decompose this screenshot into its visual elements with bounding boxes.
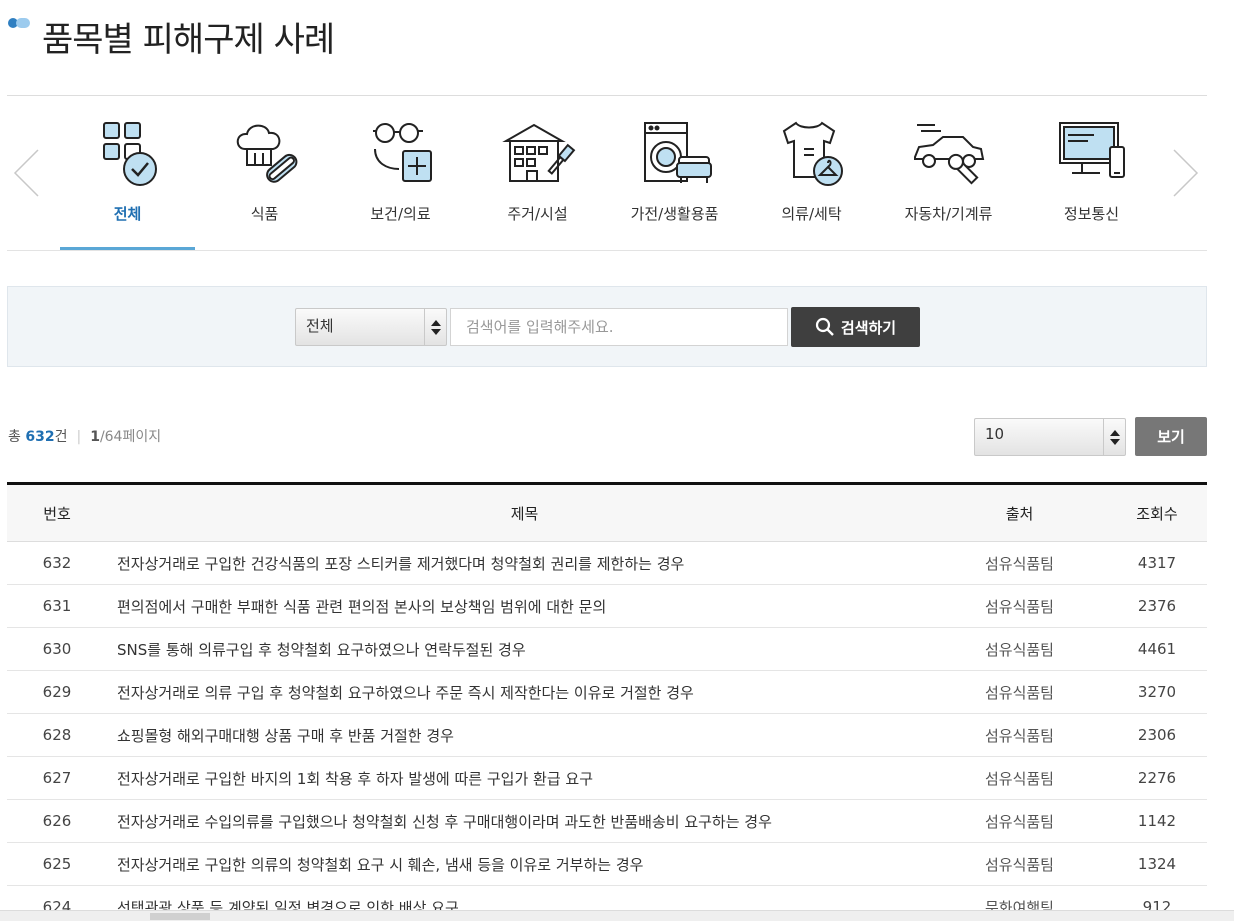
- category-label: 정보통신: [1063, 205, 1120, 223]
- category-tab-clothing[interactable]: 의류/세탁: [744, 115, 879, 251]
- row-views: 4461: [1107, 627, 1207, 671]
- category-label: 주거/시설: [507, 205, 568, 223]
- divider: [7, 95, 1207, 96]
- table-row[interactable]: 632 전자상거래로 구입한 건강식품의 포장 스티커를 제거했다며 청약철회 권…: [7, 541, 1207, 585]
- table-row[interactable]: 627 전자상거래로 구입한 바지의 1회 착용 후 하자 발생에 따른 구입가 …: [7, 756, 1207, 800]
- category-tab-housing[interactable]: 주거/시설: [470, 115, 605, 251]
- shirt-hanger-icon: [774, 119, 850, 189]
- row-title-link[interactable]: 전자상거래로 구입한 의류의 청약철회 요구 시 훼손, 냄새 등을 이유로 거…: [107, 842, 932, 886]
- chevron-left-icon: [13, 149, 39, 197]
- view-button[interactable]: 보기: [1135, 417, 1207, 456]
- row-title-link[interactable]: 편의점에서 구매한 부패한 식품 관련 편의점 본사의 보상책임 범위에 대한 …: [107, 584, 932, 628]
- table-row[interactable]: 625 전자상거래로 구입한 의류의 청약철회 요구 시 훼손, 냄새 등을 이유…: [7, 842, 1207, 886]
- select-updown-icon: [1103, 419, 1125, 455]
- row-views: 1324: [1107, 842, 1207, 886]
- row-number: 629: [7, 670, 107, 714]
- monitor-phone-icon: [1054, 119, 1130, 189]
- category-tab-appliances[interactable]: 가전/생활용품: [607, 115, 742, 251]
- result-summary: 총 632건 | 1/64페이지: [8, 426, 161, 446]
- car-wrench-icon: [911, 119, 987, 189]
- row-title-link[interactable]: 전자상거래로 구입한 건강식품의 포장 스티커를 제거했다며 청약철회 권리를 …: [107, 541, 932, 585]
- row-title-link[interactable]: 전자상거래로 수입의류를 구입했으나 청약철회 신청 후 구매대행이라며 과도한…: [107, 799, 932, 843]
- horizontal-scrollbar[interactable]: [0, 910, 1234, 921]
- table-row[interactable]: 626 전자상거래로 수입의류를 구입했으나 청약철회 신청 후 구매대행이라며 …: [7, 799, 1207, 843]
- total-suffix: 건: [54, 429, 68, 445]
- carousel-prev-button[interactable]: [12, 148, 42, 198]
- category-tab-food[interactable]: 식품: [197, 115, 332, 251]
- row-source: 섬유식품팀: [932, 627, 1107, 671]
- category-tab-vehicles[interactable]: 자동차/기계류: [881, 115, 1016, 251]
- category-label: 보건/의료: [370, 205, 431, 223]
- cases-table: 번호 제목 출처 조회수 632 전자상거래로 구입한 건강식품의 포장 스티커를…: [7, 482, 1207, 921]
- header-source: 출처: [932, 482, 1107, 542]
- row-views: 4317: [1107, 541, 1207, 585]
- row-source: 섬유식품팀: [932, 713, 1107, 757]
- page-total: /64페이지: [99, 429, 162, 445]
- table-row[interactable]: 630 SNS를 통해 의류구입 후 청약철회 요구하였으나 연락두절된 경우 섬유…: [7, 627, 1207, 671]
- house-brush-icon: [500, 119, 576, 189]
- row-title-link[interactable]: 쇼핑몰형 해외구매대행 상품 구매 후 반품 거절한 경우: [107, 713, 932, 757]
- chevron-right-icon: [1173, 149, 1199, 197]
- row-views: 3270: [1107, 670, 1207, 714]
- row-views: 2276: [1107, 756, 1207, 800]
- header-views: 조회수: [1107, 482, 1207, 542]
- category-tab-all[interactable]: 전체: [60, 115, 195, 251]
- row-source: 섬유식품팀: [932, 584, 1107, 628]
- row-source: 섬유식품팀: [932, 756, 1107, 800]
- row-number: 630: [7, 627, 107, 671]
- search-scope-select[interactable]: 전체: [295, 308, 447, 346]
- chef-hat-food-icon: [227, 119, 303, 189]
- row-source: 섬유식품팀: [932, 670, 1107, 714]
- search-panel: 전체 검색하기: [7, 286, 1207, 367]
- header-title: 제목: [107, 482, 932, 542]
- search-button[interactable]: 검색하기: [791, 307, 920, 347]
- title-bullet-icon: [8, 18, 30, 28]
- row-number: 632: [7, 541, 107, 585]
- row-number: 625: [7, 842, 107, 886]
- row-number: 631: [7, 584, 107, 628]
- search-icon: [815, 317, 834, 336]
- row-views: 2306: [1107, 713, 1207, 757]
- row-title-link[interactable]: 전자상거래로 의류 구입 후 청약철회 요구하였으나 주문 즉시 제작한다는 이…: [107, 670, 932, 714]
- category-tab-health[interactable]: 보건/의료: [333, 115, 468, 251]
- table-row[interactable]: 629 전자상거래로 의류 구입 후 청약철회 요구하였으나 주문 즉시 제작한다…: [7, 670, 1207, 714]
- search-input[interactable]: [450, 308, 788, 346]
- washer-sofa-icon: [637, 119, 713, 189]
- row-source: 섬유식품팀: [932, 842, 1107, 886]
- table-header-row: 번호 제목 출처 조회수: [7, 482, 1207, 542]
- table-row[interactable]: 631 편의점에서 구매한 부패한 식품 관련 편의점 본사의 보상책임 범위에 …: [7, 584, 1207, 628]
- select-updown-icon: [424, 309, 446, 345]
- total-prefix: 총: [8, 429, 26, 445]
- current-page: 1: [90, 429, 100, 445]
- page-size-value: 10: [985, 425, 1005, 443]
- row-title-link[interactable]: 전자상거래로 구입한 바지의 1회 착용 후 하자 발생에 따른 구입가 환급 …: [107, 756, 932, 800]
- category-label: 의류/세탁: [781, 205, 842, 223]
- page-title: 품목별 피해구제 사례: [42, 20, 335, 60]
- divider: [7, 250, 1207, 251]
- row-title-link[interactable]: SNS를 통해 의류구입 후 청약철회 요구하였으나 연락두절된 경우: [107, 627, 932, 671]
- search-scope-value: 전체: [306, 317, 334, 335]
- category-tab-telecom[interactable]: 정보통신: [1024, 115, 1159, 251]
- row-number: 627: [7, 756, 107, 800]
- page-size-select[interactable]: 10: [974, 418, 1126, 456]
- scrollbar-thumb[interactable]: [150, 913, 210, 920]
- separator: |: [76, 429, 82, 445]
- search-button-label: 검색하기: [840, 318, 897, 337]
- category-label: 자동차/기계류: [904, 205, 993, 223]
- carousel-next-button[interactable]: [1170, 148, 1200, 198]
- table-row[interactable]: 628 쇼핑몰형 해외구매대행 상품 구매 후 반품 거절한 경우 섬유식품팀 230…: [7, 713, 1207, 757]
- header-no: 번호: [7, 482, 107, 542]
- total-count: 632: [25, 429, 55, 445]
- row-number: 626: [7, 799, 107, 843]
- row-views: 1142: [1107, 799, 1207, 843]
- category-label: 식품: [250, 205, 279, 223]
- row-source: 섬유식품팀: [932, 799, 1107, 843]
- row-source: 섬유식품팀: [932, 541, 1107, 585]
- row-number: 628: [7, 713, 107, 757]
- category-label: 전체: [113, 205, 142, 223]
- row-views: 2376: [1107, 584, 1207, 628]
- category-label: 가전/생활용품: [630, 205, 719, 223]
- grid-check-icon: [90, 119, 166, 189]
- glasses-medical-icon: [363, 119, 439, 189]
